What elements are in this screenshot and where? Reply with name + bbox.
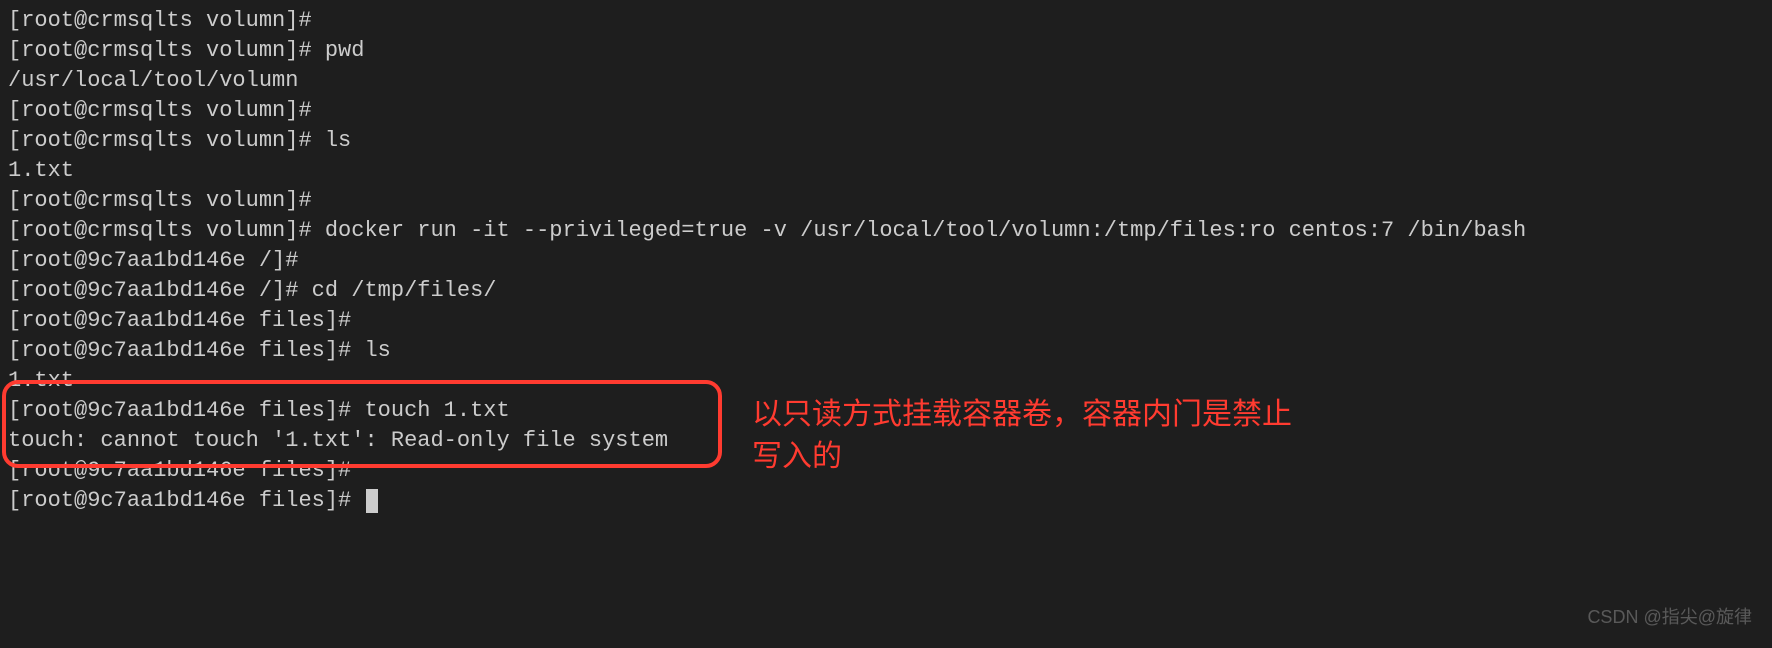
annotation-text: 以只读方式挂载容器卷，容器内门是禁止 写入的 <box>752 394 1292 478</box>
terminal-line: [root@crmsqlts volumn]# <box>8 186 1764 216</box>
terminal-line: 1.txt <box>8 156 1764 186</box>
terminal-cursor <box>366 489 378 513</box>
terminal-line: [root@crmsqlts volumn]# docker run -it -… <box>8 216 1764 246</box>
watermark-text: CSDN @指尖@旋律 <box>1587 602 1752 632</box>
terminal-line: 1.txt <box>8 366 1764 396</box>
terminal-line: [root@9c7aa1bd146e /]# <box>8 246 1764 276</box>
terminal-line: [root@9c7aa1bd146e /]# cd /tmp/files/ <box>8 276 1764 306</box>
terminal-line: [root@crmsqlts volumn]# pwd <box>8 36 1764 66</box>
terminal-line: [root@9c7aa1bd146e files]# <box>8 306 1764 336</box>
terminal-line: [root@crmsqlts volumn]# <box>8 6 1764 36</box>
annotation-line1: 以只读方式挂载容器卷，容器内门是禁止 <box>752 398 1292 431</box>
terminal-line: /usr/local/tool/volumn <box>8 66 1764 96</box>
terminal-line: [root@crmsqlts volumn]# <box>8 96 1764 126</box>
annotation-line2: 写入的 <box>752 440 842 473</box>
terminal-line: [root@crmsqlts volumn]# ls <box>8 126 1764 156</box>
terminal-line: [root@9c7aa1bd146e files]# <box>8 486 1764 516</box>
terminal-line: [root@9c7aa1bd146e files]# ls <box>8 336 1764 366</box>
